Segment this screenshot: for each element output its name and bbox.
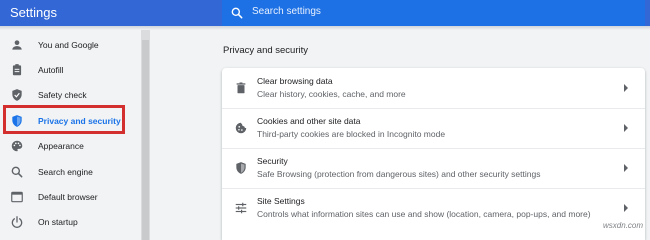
trash-icon — [236, 82, 246, 94]
sidebar-scrollbar-thumb[interactable] — [142, 40, 149, 240]
sidebar-item-label: Appearance — [38, 141, 84, 151]
sidebar-item-default-browser[interactable]: Default browser — [0, 185, 140, 209]
sidebar-item-label: Autofill — [38, 65, 64, 75]
row-title: Site Settings — [257, 196, 305, 206]
row-description: Third-party cookies are blocked in Incog… — [257, 129, 446, 139]
chevron-right-icon — [624, 124, 628, 132]
sidebar-item-safety-check[interactable]: Safety check — [0, 83, 140, 107]
shield-check-icon — [12, 89, 22, 101]
power-icon — [11, 216, 23, 228]
row-divider — [222, 108, 645, 109]
row-divider — [222, 188, 645, 189]
highlight-annotation-box — [3, 105, 125, 134]
search-icon — [11, 166, 23, 178]
row-clear-browsing-data[interactable]: Clear browsing data Clear history, cooki… — [222, 68, 645, 108]
person-icon — [12, 40, 22, 50]
row-title: Clear browsing data — [257, 76, 333, 86]
browser-icon — [11, 191, 23, 203]
row-divider — [222, 148, 645, 149]
row-description: Controls what information sites can use … — [257, 209, 591, 219]
app-title: Settings — [10, 5, 57, 20]
watermark-text: wsxdn.com — [603, 221, 644, 230]
privacy-settings-card: Clear browsing data Clear history, cooki… — [222, 68, 645, 240]
chevron-right-icon — [624, 204, 628, 212]
sidebar-item-label: You and Google — [38, 40, 99, 50]
search-icon[interactable] — [230, 6, 244, 20]
sidebar-item-label: Default browser — [38, 192, 98, 202]
sidebar-item-you-and-google[interactable]: You and Google — [0, 33, 140, 57]
sidebar-item-appearance[interactable]: Appearance — [0, 134, 140, 158]
sidebar: You and Google Autofill Safety check Pri… — [0, 30, 140, 240]
row-cookies-and-other-site-data[interactable]: Cookies and other site data Third-party … — [222, 108, 645, 148]
row-description: Clear history, cookies, cache, and more — [257, 89, 406, 99]
search-placeholder[interactable]: Search settings — [252, 0, 321, 26]
row-security[interactable]: Security Safe Browsing (protection from … — [222, 148, 645, 188]
chevron-right-icon — [624, 84, 628, 92]
sidebar-item-on-startup[interactable]: On startup — [0, 210, 140, 234]
sidebar-item-search-engine[interactable]: Search engine — [0, 160, 140, 184]
row-title: Cookies and other site data — [257, 116, 361, 126]
chevron-right-icon — [624, 164, 628, 172]
row-site-settings[interactable]: Site Settings Controls what information … — [222, 188, 645, 228]
section-title: Privacy and security — [223, 45, 309, 56]
clipboard-icon — [12, 64, 22, 76]
sidebar-item-label: On startup — [38, 217, 78, 227]
row-description: Safe Browsing (protection from dangerous… — [257, 169, 541, 179]
sidebar-item-label: Search engine — [38, 167, 93, 177]
palette-icon — [11, 140, 23, 152]
row-title: Security — [257, 156, 288, 166]
shield-icon — [236, 162, 246, 174]
sidebar-item-autofill[interactable]: Autofill — [0, 58, 140, 82]
cookie-icon — [235, 122, 247, 134]
sidebar-item-label: Safety check — [38, 90, 87, 100]
tune-icon — [235, 202, 247, 214]
